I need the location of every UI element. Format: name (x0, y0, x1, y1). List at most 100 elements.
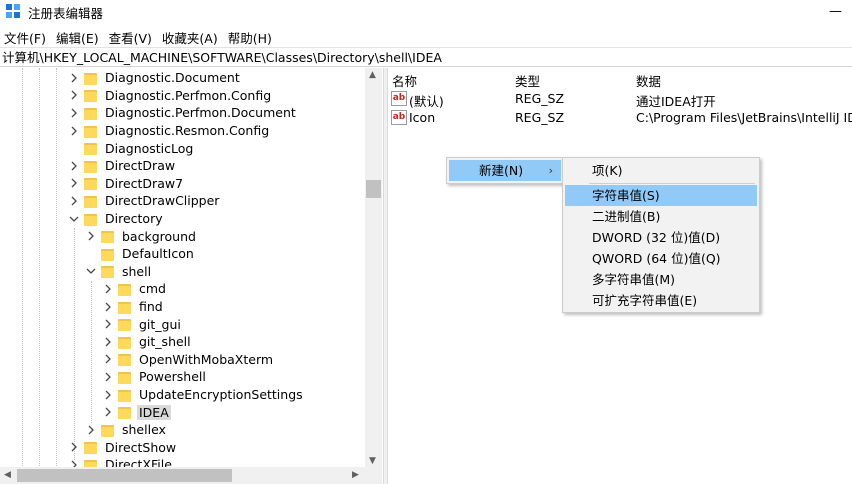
tree-item-label: Diagnostic.Document (105, 70, 240, 86)
ab-string-icon: ab (391, 110, 407, 125)
chevron-down-icon[interactable] (85, 265, 97, 277)
chevron-right-icon[interactable] (102, 371, 114, 383)
chevron-right-icon[interactable] (85, 424, 97, 436)
tree-item[interactable]: shell (85, 263, 153, 281)
tree-item[interactable]: git_shell (102, 333, 193, 351)
chevron-right-icon[interactable] (102, 389, 114, 401)
tree-item[interactable]: DirectShow (68, 439, 178, 457)
tree-item[interactable]: DirectDrawClipper (68, 192, 221, 210)
tree-item[interactable]: shellex (85, 421, 168, 439)
chevron-right-icon[interactable] (102, 336, 114, 348)
submenu-item[interactable]: 可扩充字符串值(E) (565, 290, 757, 311)
folder-icon (84, 106, 98, 120)
chevron-right-icon[interactable] (68, 125, 80, 137)
tree-item-label: DiagnosticLog (105, 140, 194, 156)
tree-item-label: Diagnostic.Resmon.Config (105, 123, 270, 139)
context-menu-new[interactable]: 新建(N) › (449, 160, 561, 181)
column-header-data[interactable]: 数据 (636, 71, 661, 90)
submenu-item[interactable]: 字符串值(S) (565, 185, 757, 206)
tree-vertical-scrollbar[interactable]: ▲ ▼ (365, 68, 382, 472)
tree-guide-line (56, 68, 57, 472)
chevron-right-icon[interactable] (102, 283, 114, 295)
tree-horizontal-scrollbar[interactable]: ◀ ▶ (0, 467, 365, 484)
chevron-right-icon[interactable] (68, 89, 80, 101)
ab-string-icon: ab (391, 91, 407, 106)
value-row[interactable]: ab Icon REG_SZ C:\Program Files\JetBrain… (388, 108, 852, 127)
tree-item[interactable]: git_gui (102, 315, 183, 333)
submenu-item[interactable]: 多字符串值(M) (565, 269, 757, 290)
submenu-item[interactable]: 二进制值(B) (565, 206, 757, 227)
menu-file[interactable]: 文件(F) (0, 28, 52, 47)
column-header-name[interactable]: 名称 (392, 71, 417, 90)
chevron-down-icon[interactable] (68, 213, 80, 225)
submenu-item[interactable]: DWORD (32 位)值(D) (565, 227, 757, 248)
chevron-right-icon[interactable] (68, 72, 80, 84)
value-name: Icon (409, 110, 436, 125)
tree-item-label: Diagnostic.Perfmon.Document (105, 105, 296, 121)
tree-item[interactable]: Diagnostic.Perfmon.Document (68, 104, 298, 122)
tree-item[interactable]: background (85, 227, 198, 245)
chevron-right-icon[interactable] (68, 195, 80, 207)
scroll-right-icon[interactable]: ▶ (352, 470, 359, 480)
chevron-right-icon[interactable] (102, 301, 114, 313)
window-title: 注册表编辑器 (28, 5, 104, 21)
tree-item[interactable]: DefaultIcon (85, 245, 196, 263)
scroll-down-icon[interactable]: ▼ (369, 456, 376, 466)
tree-item[interactable]: UpdateEncryptionSettings (102, 386, 305, 404)
submenu-item-label: DWORD (32 位)值(D) (592, 230, 721, 245)
tree-item[interactable]: DiagnosticLog (68, 139, 195, 157)
chevron-right-icon[interactable] (102, 406, 114, 418)
value-row[interactable]: ab (默认) REG_SZ 通过IDEA打开 (388, 89, 852, 109)
folder-icon (101, 229, 115, 244)
chevron-right-icon[interactable] (102, 318, 114, 330)
tree-item-label: shell (122, 263, 152, 279)
tree-item-label: OpenWithMobaXterm (139, 351, 274, 367)
tree-item[interactable]: Directory (68, 210, 165, 228)
submenu-item[interactable]: 项(K) (565, 160, 757, 181)
folder-icon (118, 370, 132, 384)
tree-item[interactable]: Diagnostic.Resmon.Config (68, 122, 271, 140)
tree-item[interactable]: OpenWithMobaXterm (102, 351, 275, 369)
chevron-right-icon[interactable] (68, 441, 80, 453)
tree-item[interactable]: DirectDraw7 (68, 175, 185, 193)
tree-item-label: Directory (105, 211, 163, 227)
submenu-item-label: 可扩充字符串值(E) (592, 293, 698, 308)
folder-icon (101, 264, 115, 279)
submenu-item-label: 多字符串值(M) (592, 272, 676, 287)
tree-item[interactable]: Diagnostic.Perfmon.Config (68, 87, 273, 105)
chevron-right-icon[interactable] (68, 107, 80, 119)
submenu-separator (589, 183, 755, 184)
menu-edit[interactable]: 编辑(E) (52, 28, 105, 47)
tree-item-label: cmd (139, 281, 166, 297)
chevron-right-icon[interactable] (68, 177, 80, 189)
chevron-right-icon[interactable] (85, 230, 97, 242)
tree-horizontal-scroll-thumb[interactable] (17, 469, 232, 482)
context-menu: 新建(N) › (446, 157, 564, 184)
tree-item-label: DefaultIcon (122, 246, 194, 262)
context-menu-new-label: 新建(N) (479, 163, 524, 178)
tree-item[interactable]: Diagnostic.Document (68, 69, 242, 87)
column-header-type[interactable]: 类型 (515, 71, 540, 90)
scroll-up-icon[interactable]: ▲ (369, 70, 376, 80)
tree-item-label: find (139, 299, 163, 315)
tree-item[interactable]: cmd (102, 280, 168, 298)
tree-item[interactable]: find (102, 298, 165, 316)
menu-help[interactable]: 帮助(H) (224, 28, 278, 47)
tree-vertical-scroll-thumb[interactable] (366, 180, 381, 198)
submenu-item[interactable]: QWORD (64 位)值(Q) (565, 248, 757, 269)
menu-favorites[interactable]: 收藏夹(A) (158, 28, 224, 47)
tree-item[interactable]: Powershell (102, 368, 208, 386)
chevron-right-icon[interactable] (68, 160, 80, 172)
tree-guide-line (39, 68, 40, 472)
address-bar[interactable]: 计算机\HKEY_LOCAL_MACHINE\SOFTWARE\Classes\… (0, 47, 852, 67)
tree-item[interactable]: IDEA (102, 403, 171, 421)
value-type: REG_SZ (515, 110, 565, 125)
scroll-left-icon[interactable]: ◀ (4, 470, 11, 480)
minimize-button[interactable]: — (829, 4, 842, 19)
menu-view[interactable]: 查看(V) (105, 28, 158, 47)
chevron-right-icon[interactable] (102, 353, 114, 365)
submenu-item-label: 项(K) (592, 163, 623, 178)
tree-item[interactable]: DirectDraw (68, 157, 177, 175)
